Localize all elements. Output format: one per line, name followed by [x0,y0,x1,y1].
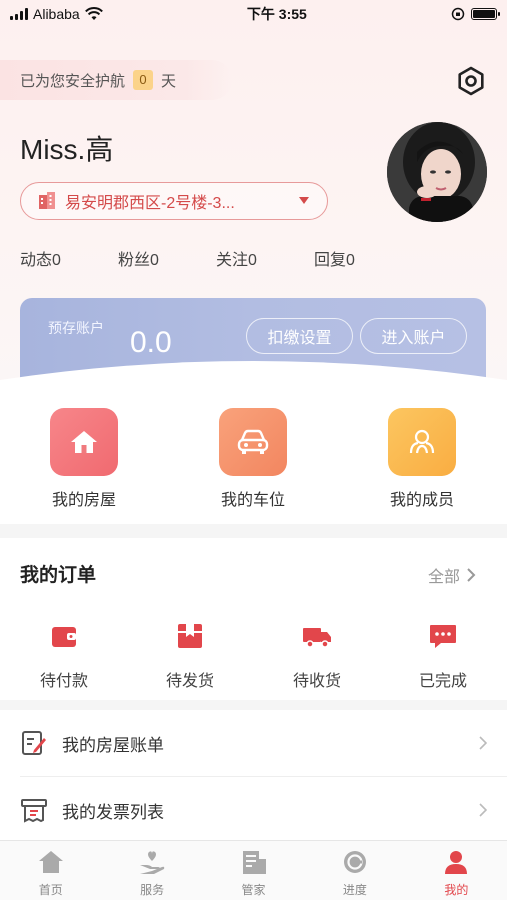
tab-butler[interactable]: 管家 [203,841,304,900]
butler-icon [242,851,266,874]
invoice-icon [21,799,47,823]
settings-icon[interactable] [456,66,486,96]
orders-title: 我的订单 [20,565,97,586]
account-label: 预存账户 [48,320,104,336]
order-completed[interactable]: 已完成 [398,620,488,691]
tab-service[interactable]: 服务 [101,841,202,900]
home-icon [38,851,63,873]
user-name: Miss.高 [20,134,114,165]
building-icon [39,192,55,209]
safety-days-badge: 0 [133,70,154,90]
tab-bar: 首页 服务 管家 进度 我的 [0,840,507,900]
package-icon [178,624,202,648]
service-hand-icon [140,851,165,874]
my-members-link[interactable]: 我的成员 [372,408,472,510]
house-icon [50,408,118,476]
address-selector[interactable]: 易安明郡西区-2号楼-3... [20,182,328,220]
stat-following[interactable]: 关注0 [216,246,314,270]
address-text: 易安明郡西区-2号楼-3... [65,195,235,212]
car-icon [219,408,287,476]
truck-icon [303,628,331,648]
stat-replies[interactable]: 回复0 [314,246,412,270]
stats-row: 动态0 粉丝0 关注0 回复0 [20,246,412,270]
section-divider [0,524,507,538]
menu-house-bill[interactable]: 我的房屋账单 [0,710,507,776]
clock: 下午 3:55 [246,6,307,22]
order-pending-payment[interactable]: 待付款 [19,620,109,691]
carrier-name: Alibaba [33,6,80,22]
orders-view-all[interactable]: 全部 [428,563,476,587]
tab-progress[interactable]: 进度 [304,841,405,900]
orientation-lock-icon [451,7,465,21]
user-icon [445,851,468,874]
wifi-icon [84,7,103,20]
curved-divider [0,361,507,400]
safety-text: 已为您安全护航 [20,72,126,90]
safety-banner: 已为您安全护航 0 天 [0,60,232,100]
signal-icon [10,8,28,20]
members-icon [388,408,456,476]
caret-down-icon [299,197,309,204]
chevron-right-icon [467,568,476,582]
safety-days-unit: 天 [161,72,177,90]
wallet-icon [52,627,76,647]
stat-fans[interactable]: 粉丝0 [118,246,216,270]
progress-icon [343,851,366,873]
order-pending-receipt[interactable]: 待收货 [272,620,362,691]
tab-mine[interactable]: 我的 [406,841,507,900]
my-house-link[interactable]: 我的房屋 [34,408,134,510]
deduct-settings-button[interactable]: 扣缴设置 [246,318,353,354]
chevron-right-icon [479,803,487,817]
my-parking-link[interactable]: 我的车位 [203,408,303,510]
status-bar: Alibaba 下午 3:55 [0,0,507,28]
menu-invoice-list[interactable]: 我的发票列表 [0,777,507,843]
stat-posts[interactable]: 动态0 [20,246,118,270]
bill-edit-icon [22,731,46,755]
tab-home[interactable]: 首页 [0,841,101,900]
enter-account-button[interactable]: 进入账户 [360,318,467,354]
chat-done-icon [430,625,456,648]
battery-icon [471,8,500,20]
section-divider [0,700,507,710]
chevron-right-icon [479,736,487,750]
avatar[interactable] [387,122,487,222]
order-pending-shipment[interactable]: 待发货 [145,620,235,691]
